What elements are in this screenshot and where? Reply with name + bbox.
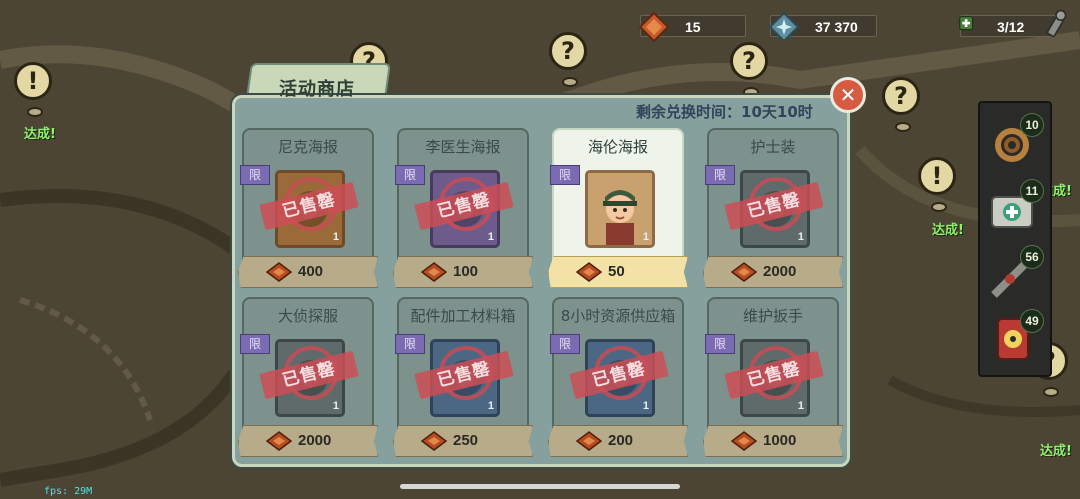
- item-quantity: 1: [487, 231, 494, 243]
- limited-badge: 限: [550, 165, 580, 185]
- quest-marker[interactable]: ?: [730, 42, 768, 97]
- item-quantity: 1: [332, 400, 339, 412]
- item-name: 维护扳手: [742, 307, 803, 325]
- item-price: 50: [608, 263, 625, 280]
- limited-badge: 限: [395, 165, 425, 185]
- remaining-time-label: 剩余兑换时间：: [636, 103, 742, 121]
- item-price: 400: [298, 263, 324, 280]
- shop-item-card[interactable]: 维护扳手限 1 已售罄 1000: [703, 297, 843, 457]
- achieved-label: 达成!: [932, 223, 964, 238]
- quest-marker[interactable]: ?: [882, 77, 920, 132]
- shop-item-card[interactable]: 李医生海报限 1 已售罄 100: [393, 128, 533, 288]
- inventory-side-panel: 10 11 56 49: [978, 101, 1052, 377]
- rope-count: 10: [1020, 113, 1044, 137]
- caps-value: 15: [685, 19, 701, 35]
- caps-icon: [266, 431, 292, 451]
- item-name: 护士装: [750, 138, 796, 156]
- shop-title: 活动商店: [279, 79, 355, 100]
- limited-badge: 限: [705, 165, 735, 185]
- limited-badge: 限: [705, 334, 735, 354]
- item-name: 配件加工材料箱: [410, 307, 516, 325]
- quantum-value: 37 370: [815, 19, 858, 35]
- item-price: 2000: [763, 263, 797, 280]
- caps-icon: [266, 262, 292, 282]
- item-name: 大侦探服: [277, 307, 338, 325]
- shop-item-card[interactable]: 尼克海报限 1 已售罄 400: [238, 128, 378, 288]
- close-icon: ✕: [839, 83, 857, 107]
- item-image: 1: [585, 170, 655, 248]
- item-image: 1: [740, 170, 810, 248]
- quest-marker[interactable]: ?: [549, 32, 587, 87]
- item-image: 1: [275, 339, 345, 417]
- item-name: 李医生海报: [425, 138, 501, 156]
- item-price: 2000: [298, 432, 332, 449]
- limited-badge: 限: [550, 334, 580, 354]
- add-icon[interactable]: [959, 16, 981, 38]
- dweller-radio-icon: [1046, 9, 1067, 38]
- shop-item-card[interactable]: 配件加工材料箱限 1 已售罄 250: [393, 297, 533, 457]
- item-price: 250: [453, 432, 479, 449]
- limited-badge: 限: [395, 334, 425, 354]
- quest-marker[interactable]: !: [918, 157, 956, 212]
- item-quantity: 1: [642, 400, 649, 412]
- item-quantity: 1: [797, 400, 804, 412]
- shop-item-card[interactable]: 大侦探服限 1 已售罄 2000: [238, 297, 378, 457]
- item-price: 100: [453, 263, 479, 280]
- caps-icon: [638, 11, 670, 43]
- achieved-label: 达成!: [1040, 444, 1072, 459]
- item-name: 8小时资源供应箱: [560, 307, 676, 325]
- item-price: 1000: [763, 432, 797, 449]
- caps-counter: 15: [638, 11, 746, 43]
- item-quantity: 1: [487, 400, 494, 412]
- stimpak-item[interactable]: 56: [984, 245, 1044, 303]
- shop-item-card[interactable]: 海伦海报限 1 50: [548, 128, 688, 288]
- limited-badge: 限: [240, 165, 270, 185]
- item-price: 200: [608, 432, 634, 449]
- item-quantity: 1: [332, 231, 339, 243]
- close-button[interactable]: ✕: [830, 77, 866, 113]
- radaway-count: 49: [1020, 309, 1044, 333]
- quantum-icon: [768, 11, 800, 43]
- stimpak-count: 56: [1020, 245, 1044, 269]
- rope-item[interactable]: 10: [984, 113, 1044, 171]
- caps-icon: [731, 431, 757, 451]
- remaining-time-value: 10天10时: [741, 103, 813, 121]
- home-indicator: [400, 484, 680, 489]
- item-image: 1: [430, 170, 500, 248]
- achieved-label: 达成!: [24, 127, 56, 142]
- remaining-time: 剩余兑换时间：10天10时: [636, 101, 813, 122]
- dweller-value: 3/12: [997, 19, 1025, 35]
- caps-icon: [421, 262, 447, 282]
- item-name: 尼克海报: [277, 138, 338, 156]
- radaway-item[interactable]: 49: [984, 309, 1044, 367]
- shop-item-card[interactable]: 护士装限 1 已售罄 2000: [703, 128, 843, 288]
- dweller-counter[interactable]: 3/12: [959, 15, 1056, 38]
- item-quantity: 1: [642, 231, 649, 243]
- limited-badge: 限: [240, 334, 270, 354]
- fps-counter: fps: 29M: [44, 486, 93, 497]
- first-aid-count: 11: [1020, 179, 1044, 203]
- item-image: 1: [740, 339, 810, 417]
- first-aid-item[interactable]: 11: [984, 179, 1044, 237]
- shop-item-card[interactable]: 8小时资源供应箱限 1 已售罄 200: [548, 297, 688, 457]
- item-image: 1: [585, 339, 655, 417]
- caps-icon: [731, 262, 757, 282]
- caps-icon: [576, 262, 602, 282]
- quantum-counter: 37 370: [768, 11, 877, 43]
- caps-icon: [576, 431, 602, 451]
- item-image: 1: [275, 170, 345, 248]
- item-quantity: 1: [797, 231, 804, 243]
- caps-icon: [421, 431, 447, 451]
- item-name: 海伦海报: [587, 138, 648, 156]
- item-image: 1: [430, 339, 500, 417]
- quest-marker[interactable]: !: [14, 62, 52, 117]
